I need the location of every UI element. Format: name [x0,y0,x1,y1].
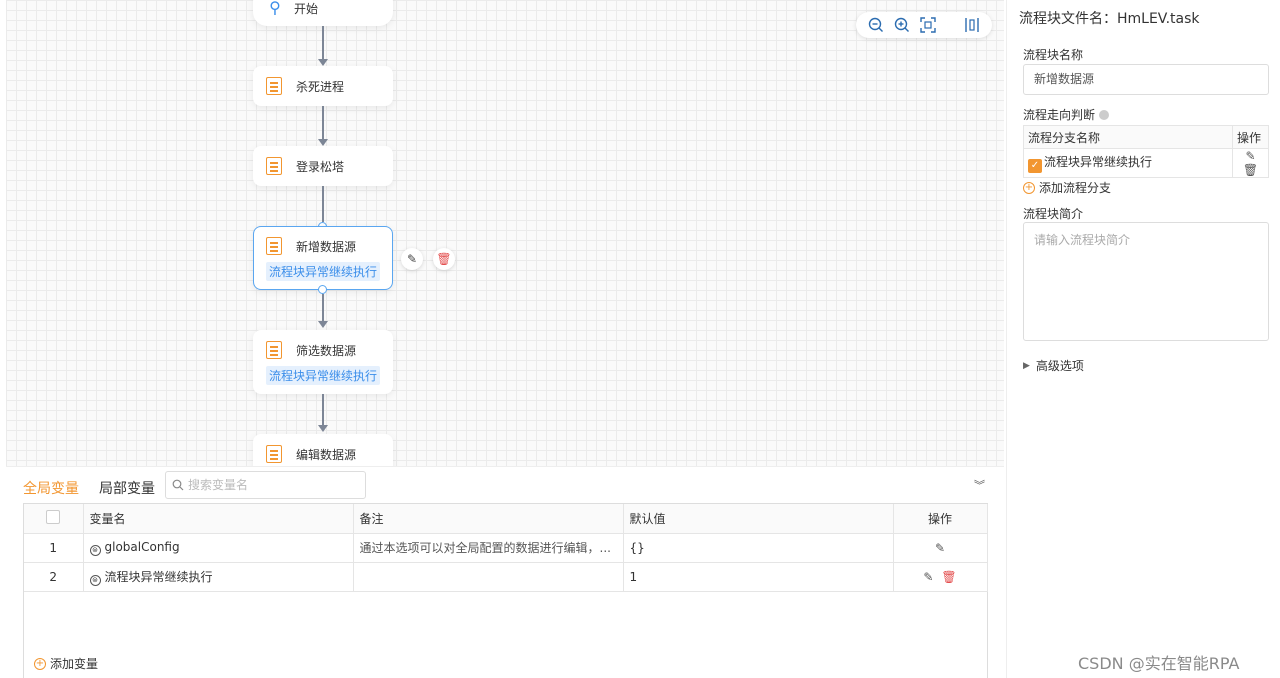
watermark: CSDN @实在智能RPA [1078,654,1240,673]
list-icon [266,157,282,175]
branch-table: 流程分支名称 操作 ✓ 流程块异常继续执行 ✎ 🗑 [1023,125,1269,178]
variables-panel: 全局变量 局部变量 ︾ 变量名 备注 默认值 操作 1 ⊜globalConfi… [6,466,1004,678]
flow-arrow [318,425,328,432]
variables-table-container: 变量名 备注 默认值 操作 1 ⊜ globalConfig 通过本选项可以对全局… [23,503,988,678]
delete-icon[interactable]: 🗑 [1243,163,1258,177]
col-var-name: 变量名 [83,504,354,534]
edit-icon[interactable]: ✎ [1245,149,1255,163]
connection-port[interactable] [318,285,327,294]
col-op: 操作 [893,504,988,534]
plus-circle-icon: + [1023,181,1035,194]
node-tag: 流程块异常继续执行 [266,262,381,281]
file-title: 流程块文件名：HmLEV.task [1019,11,1200,27]
variable-icon: ⊜ [89,544,101,556]
branch-row: ✓ 流程块异常继续执行 ✎ 🗑 [1023,148,1269,178]
add-variable-label: 添加变量 [50,657,99,671]
add-branch-button[interactable]: + 添加流程分支 [1023,179,1111,196]
col-note: 备注 [353,504,624,534]
var-note: 通过本选项可以对全局配置的数据进行编辑，... [353,533,624,563]
flow-edge [322,186,324,222]
col-default: 默认值 [623,504,894,534]
table-row[interactable]: 2 ⊜ 流程块异常继续执行 1 ✎ 🗑 [24,562,988,592]
help-icon[interactable] [1099,110,1110,120]
variables-table: 变量名 备注 默认值 操作 1 ⊜ globalConfig 通过本选项可以对全局… [24,504,988,592]
add-branch-label: 添加流程分支 [1039,181,1112,195]
flow-arrow [318,139,328,146]
tab-local-variables[interactable]: 局部变量 [99,478,155,498]
zoom-in-icon[interactable] [892,15,912,35]
search-icon [172,479,184,491]
delete-node-button[interactable]: 🗑 [433,248,455,270]
edit-icon[interactable]: ✎ [935,541,945,555]
flow-canvas[interactable]: ⚲ 开始 杀死进程 登录松塔 新增数据源 流程块异常继续执行 ✎ 🗑 筛选数据源… [6,0,1004,466]
advanced-toggle[interactable]: ▶ 高级选项 [1023,357,1084,374]
variable-search [165,471,366,499]
advanced-label: 高级选项 [1035,359,1084,373]
branch-label-text: 流程走向判断 [1023,108,1096,122]
select-all-checkbox[interactable] [46,509,61,524]
branch-col-op: 操作 [1232,125,1269,149]
var-name: globalConfig [104,539,180,554]
flow-arrow [318,321,328,328]
node-label: 登录松塔 [296,159,345,174]
node-label: 编辑数据源 [296,447,357,462]
var-note [353,562,624,592]
flow-edge [322,106,324,140]
variable-icon: ⊜ [89,574,101,586]
flow-node-selected[interactable]: 新增数据源 流程块异常继续执行 [253,226,393,290]
intro-textarea[interactable]: 请输入流程块简介 [1023,222,1269,341]
var-default: 1 [623,562,894,592]
search-input[interactable] [188,478,358,492]
fit-view-icon[interactable] [918,15,938,35]
var-name: 流程块异常继续执行 [104,569,213,584]
flow-node-start[interactable]: ⚲ 开始 [253,0,393,26]
list-icon [266,237,282,255]
node-label: 新增数据源 [296,239,357,254]
flow-edge [322,394,324,426]
plus-circle-icon: + [34,657,46,670]
node-tag: 流程块异常继续执行 [266,366,381,385]
flow-node[interactable]: 杀死进程 [253,66,393,106]
collapse-icon[interactable]: ︾ [974,477,985,493]
branch-label: 流程走向判断 [1023,106,1110,123]
node-label: 开始 [294,1,319,16]
properties-panel: 流程块文件名：HmLEV.task 流程块名称 新增数据源 流程走向判断 流程分… [1006,0,1280,678]
zoom-out-icon[interactable] [866,15,886,35]
zoom-toolbar [856,12,992,38]
flow-arrow [318,59,328,66]
delete-icon[interactable]: 🗑 [941,570,956,584]
flow-node[interactable]: 登录松塔 [253,146,393,186]
block-name-label: 流程块名称 [1023,48,1084,62]
node-label: 杀死进程 [296,79,345,94]
var-default: {} [623,533,894,563]
flow-node[interactable]: 筛选数据源 流程块异常继续执行 [253,330,393,394]
block-name-input[interactable]: 新增数据源 [1023,64,1269,95]
edit-node-button[interactable]: ✎ [401,248,423,270]
tab-global-variables[interactable]: 全局变量 [23,478,79,498]
flow-node[interactable]: 编辑数据源 [253,434,393,466]
start-icon: ⚲ [269,0,281,17]
checkbox-checked-icon[interactable]: ✓ [1028,159,1042,173]
caret-right-icon: ▶ [1023,360,1030,371]
list-icon [266,341,282,359]
intro-label: 流程块简介 [1023,207,1084,221]
align-icon[interactable] [962,15,982,35]
flow-edge [322,294,324,322]
table-row[interactable]: 1 ⊜ globalConfig 通过本选项可以对全局配置的数据进行编辑，... … [24,533,988,563]
row-index: 2 [24,562,84,592]
list-icon [266,77,282,95]
node-label: 筛选数据源 [296,343,357,358]
add-variable-button[interactable]: + 添加变量 [34,655,98,672]
list-icon [266,445,282,463]
flow-edge [322,26,324,60]
branch-col-name: 流程分支名称 [1023,125,1233,149]
row-index: 1 [24,533,84,563]
branch-name: 流程块异常继续执行 [1044,155,1153,169]
edit-icon[interactable]: ✎ [923,570,933,584]
